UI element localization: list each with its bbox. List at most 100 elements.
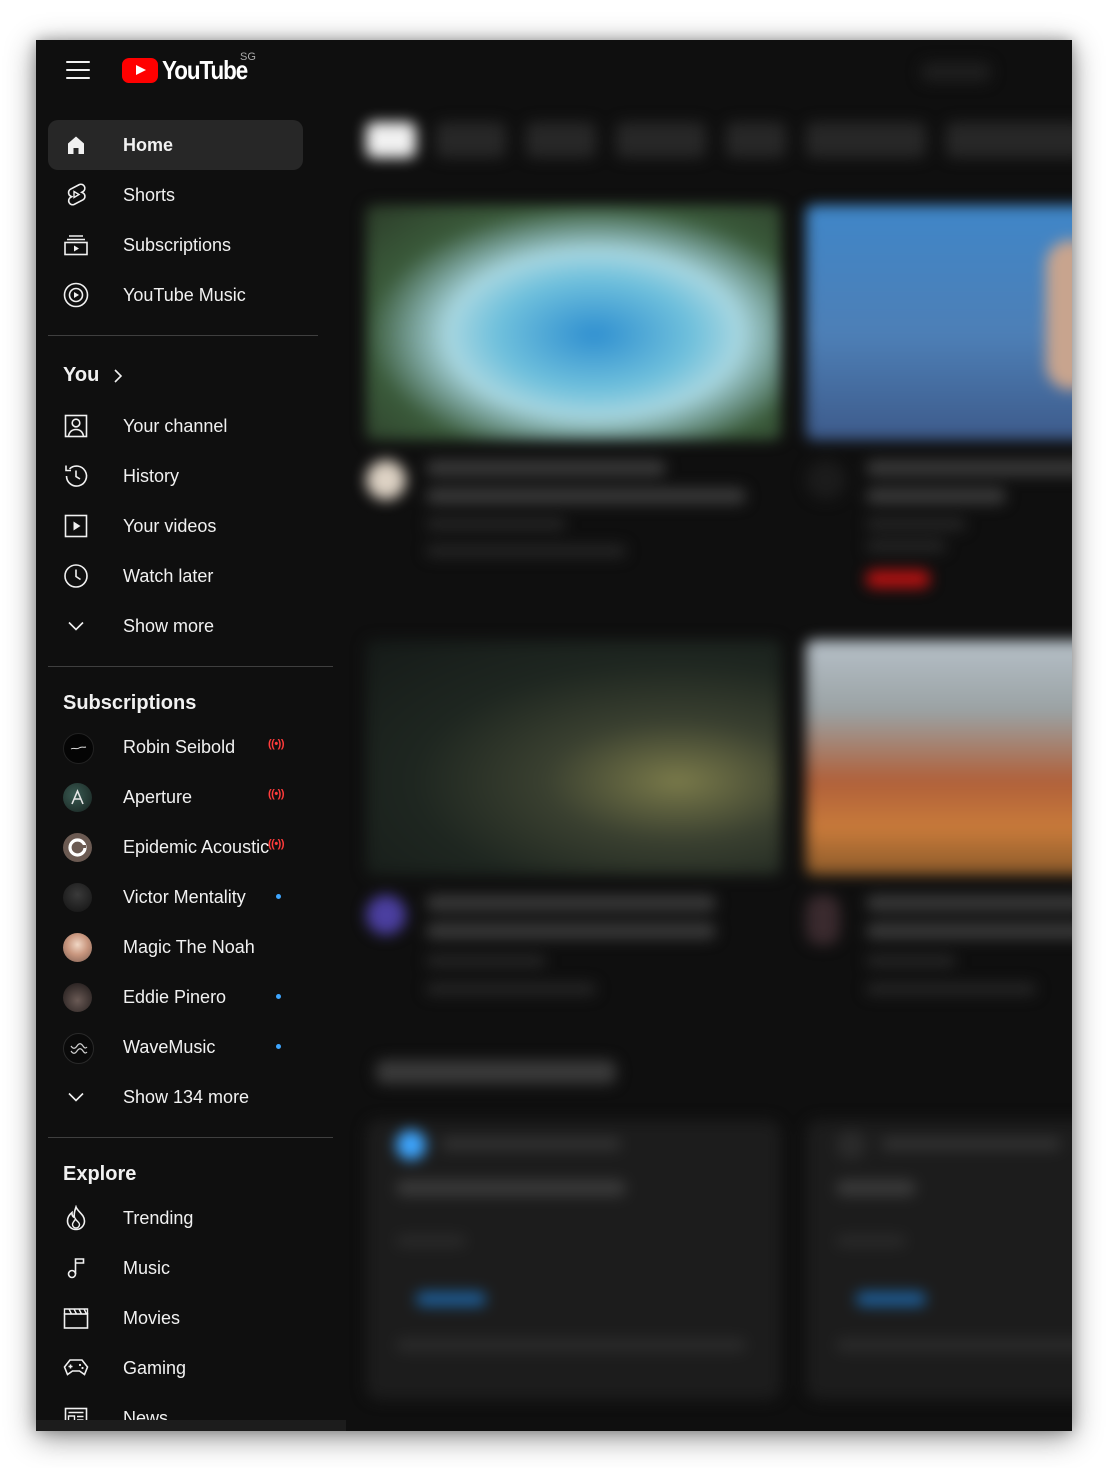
- thumbnail-figure: [1046, 240, 1072, 390]
- nav-item-your-channel[interactable]: Your channel: [48, 401, 303, 451]
- post-actions-placeholder: [396, 1338, 746, 1352]
- post-meta-placeholder: [396, 1235, 466, 1247]
- nav-item-show-more[interactable]: Show more: [48, 601, 303, 651]
- title-placeholder: [866, 460, 1072, 476]
- channel-item-eddie-pinero[interactable]: Eddie Pinero: [48, 972, 303, 1022]
- movies-icon: [63, 1306, 89, 1330]
- video-thumbnail: [806, 205, 1072, 440]
- nav-item-youtube-music[interactable]: YouTube Music: [48, 270, 303, 320]
- title-placeholder: [866, 923, 1072, 939]
- post-avatar-placeholder: [396, 1130, 426, 1160]
- meta-placeholder: [866, 540, 946, 552]
- nav-item-history[interactable]: History: [48, 451, 303, 501]
- channel-name: Victor Mentality: [123, 886, 246, 907]
- new-content-dot-icon: [276, 994, 281, 999]
- nav-item-label: History: [123, 465, 180, 486]
- live-indicator-icon: ((•)): [268, 738, 285, 750]
- meta-placeholder: [426, 518, 566, 530]
- nav-item-label: Show 134 more: [123, 1086, 250, 1107]
- video-thumbnail: [806, 640, 1072, 875]
- youtube-play-icon: [122, 57, 158, 83]
- new-content-dot-icon: [276, 1044, 281, 1049]
- channel-avatar: [63, 733, 94, 764]
- nav-item-music[interactable]: Music: [48, 1243, 303, 1293]
- video-thumbnail: [366, 640, 781, 875]
- section-divider: [48, 335, 318, 336]
- channel-avatar: [63, 1033, 94, 1064]
- live-indicator-icon: ((•)): [268, 838, 285, 850]
- nav-item-label: Show more: [123, 615, 215, 636]
- news-icon: [63, 1406, 89, 1420]
- post-card: [366, 1120, 781, 1400]
- meta-placeholder: [426, 983, 596, 995]
- blurred-content: [346, 40, 1072, 1431]
- post-meta-placeholder: [836, 1235, 906, 1247]
- channel-item-aperture[interactable]: Aperture ((•)): [48, 772, 303, 822]
- nav-item-movies[interactable]: Movies: [48, 1293, 303, 1343]
- title-placeholder: [426, 923, 716, 939]
- channel-avatar-placeholder: [806, 460, 846, 500]
- nav-item-your-videos[interactable]: Your videos: [48, 501, 303, 551]
- title-placeholder: [426, 488, 746, 504]
- chevron-right-icon: [113, 368, 123, 384]
- channel-item-wavemusic[interactable]: WaveMusic: [48, 1022, 303, 1072]
- chip-active: [366, 122, 416, 158]
- your-channel-icon: [63, 414, 89, 438]
- chevron-down-icon: [63, 614, 89, 638]
- chip: [616, 122, 706, 158]
- post-meta-placeholder: [441, 1138, 621, 1150]
- region-code: SG: [240, 51, 256, 63]
- trending-icon: [63, 1205, 89, 1231]
- channel-item-epidemic-acoustic[interactable]: Epidemic Acoustic ((•)): [48, 822, 303, 872]
- post-meta-placeholder: [881, 1138, 1061, 1150]
- subscriptions-icon: [63, 233, 89, 257]
- meta-placeholder: [866, 518, 966, 530]
- nav-item-shorts[interactable]: Shorts: [48, 170, 303, 220]
- channel-name: Magic The Noah: [123, 936, 255, 957]
- you-heading[interactable]: You: [63, 364, 123, 387]
- channel-name: Robin Seibold: [123, 736, 236, 757]
- channel-avatar: [63, 783, 92, 812]
- chip: [806, 122, 926, 158]
- shorts-icon: [63, 183, 89, 207]
- live-indicator-icon: ((•)): [268, 788, 285, 800]
- channel-avatar: [63, 933, 92, 962]
- nav-item-label: Gaming: [123, 1357, 187, 1378]
- nav-item-watch-later[interactable]: Watch later: [48, 551, 303, 601]
- nav-item-label: Your channel: [123, 415, 228, 436]
- post-link-placeholder: [856, 1292, 926, 1306]
- post-card: [806, 1120, 1072, 1400]
- chip: [526, 122, 596, 158]
- channel-name: WaveMusic: [123, 1036, 216, 1057]
- live-badge-placeholder: [866, 570, 930, 588]
- music-icon: [63, 1256, 89, 1280]
- main-feed-blurred: [346, 40, 1072, 1431]
- channel-item-magic-the-noah[interactable]: Magic The Noah: [48, 922, 303, 972]
- subscriptions-heading: Subscriptions: [63, 692, 197, 714]
- title-placeholder: [426, 895, 716, 911]
- youtube-window: YouTube SG Home Shorts Subscriptions You…: [36, 40, 1072, 1431]
- hamburger-menu-icon[interactable]: [66, 60, 90, 80]
- watch-later-icon: [63, 564, 89, 588]
- home-icon: [63, 133, 89, 157]
- nav-item-home[interactable]: Home: [48, 120, 303, 170]
- channel-name: Aperture: [123, 786, 193, 807]
- nav-item-trending[interactable]: Trending: [48, 1193, 303, 1243]
- nav-item-news[interactable]: News: [48, 1393, 303, 1420]
- nav-item-gaming[interactable]: Gaming: [48, 1343, 303, 1393]
- channel-item-robin-seibold[interactable]: Robin Seibold ((•)): [48, 722, 303, 772]
- explore-heading: Explore: [63, 1163, 137, 1185]
- nav-item-label: YouTube Music: [123, 284, 246, 305]
- channel-item-victor-mentality[interactable]: Victor Mentality: [48, 872, 303, 922]
- subscriptions-show-more[interactable]: Show 134 more: [48, 1072, 303, 1122]
- meta-placeholder: [866, 983, 1036, 995]
- meta-placeholder: [426, 545, 626, 557]
- section-divider: [48, 666, 333, 667]
- nav-item-subscriptions[interactable]: Subscriptions: [48, 220, 303, 270]
- post-text-placeholder: [836, 1180, 916, 1196]
- chevron-down-icon: [63, 1085, 89, 1109]
- meta-placeholder: [426, 955, 546, 967]
- nav-item-label: Music: [123, 1257, 171, 1278]
- meta-placeholder: [866, 955, 956, 967]
- sidebar-scroll-edge: [36, 1420, 346, 1431]
